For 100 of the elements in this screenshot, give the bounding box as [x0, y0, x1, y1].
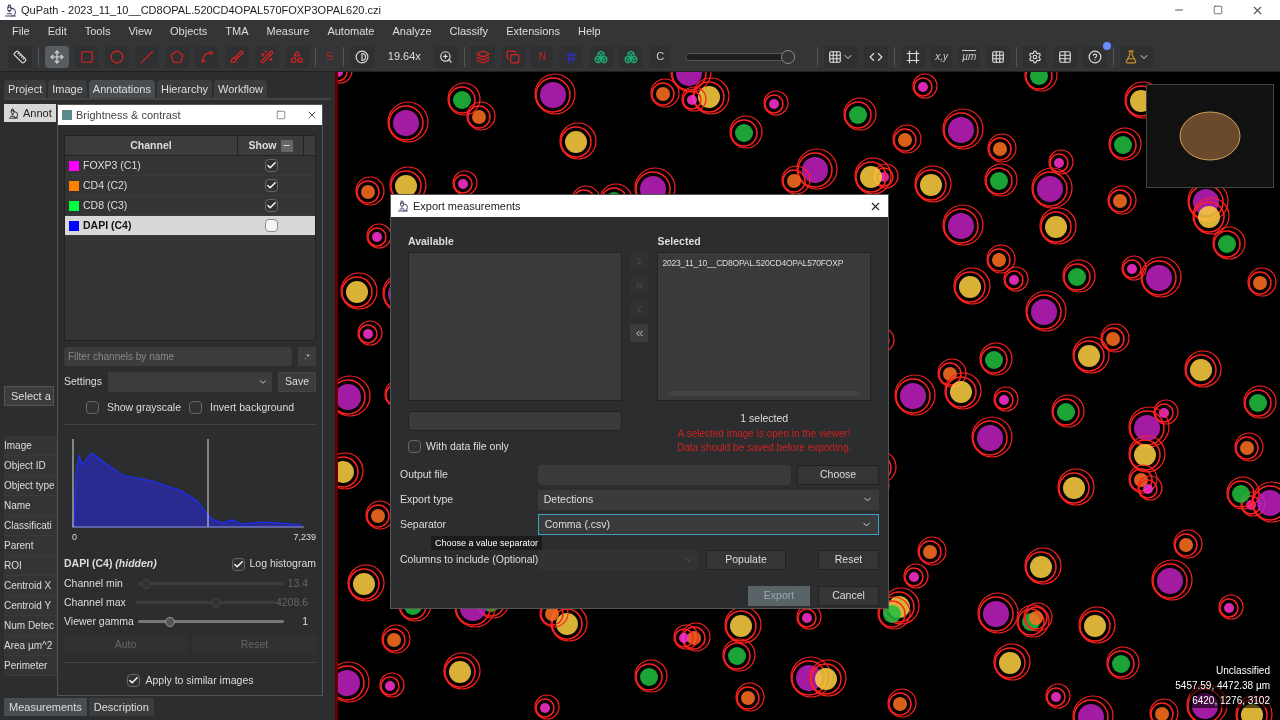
scalebar-button[interactable]: µm [958, 45, 981, 68]
slider-thumb[interactable] [165, 616, 176, 627]
pixel-classification-button[interactable]: C [649, 45, 672, 68]
menu-item[interactable]: View [120, 22, 161, 40]
panel-tab[interactable]: Measurements [4, 698, 87, 716]
show-checkbox[interactable] [264, 179, 278, 192]
show-checkbox[interactable] [264, 159, 278, 172]
script-editor-button[interactable] [864, 45, 889, 68]
polygon-tool[interactable] [165, 45, 189, 68]
points-tool[interactable] [285, 45, 309, 68]
menu-item[interactable]: Automate [319, 22, 383, 40]
populate-button[interactable]: Populate [706, 549, 786, 570]
menu-item[interactable]: Measure [258, 22, 318, 40]
detections-toggle-button[interactable] [589, 45, 614, 68]
invert-checkbox[interactable] [189, 401, 203, 415]
overview-thumbnail[interactable] [1146, 84, 1274, 188]
extensions-dropdown-button[interactable] [1120, 45, 1155, 68]
show-checkbox[interactable] [264, 199, 278, 212]
selected-list[interactable]: 2023_11_10__CD8OPAL.520CD4OPAL570FOXP [657, 252, 871, 401]
reset-button[interactable]: Reset [818, 549, 879, 570]
log-histogram-checkbox[interactable] [232, 557, 246, 571]
menu-item[interactable]: File [4, 22, 38, 40]
fill-toggle-button[interactable] [501, 45, 526, 68]
channel-row[interactable]: DAPI (C4) [65, 216, 315, 236]
flask-icon [1124, 49, 1139, 64]
grid-icon [564, 49, 579, 64]
slider-value: 1 [301, 613, 309, 629]
maximize-icon[interactable] [1213, 5, 1223, 15]
axis-label: 0 [72, 530, 77, 544]
property-name: Name [4, 499, 31, 513]
export-type-dropdown[interactable]: Detections [537, 489, 879, 510]
menu-item[interactable]: Edit [39, 22, 75, 40]
panel-tab[interactable]: Workflow [214, 80, 268, 98]
log-button[interactable] [1053, 45, 1078, 68]
menu-item[interactable]: Classify [441, 22, 497, 40]
menu-item[interactable]: TMA [217, 22, 257, 40]
slider-thumb[interactable] [781, 49, 796, 64]
select-button[interactable]: Select a [4, 386, 54, 406]
grayscale-checkbox[interactable] [85, 401, 99, 415]
wand-tool[interactable] [255, 45, 279, 68]
panel-tab[interactable]: Hierarchy [156, 80, 212, 98]
separator-dropdown[interactable]: Comma (.csv) [537, 514, 879, 536]
preferences-button[interactable] [1023, 45, 1048, 68]
show-all-toggle-icon[interactable] [280, 139, 293, 152]
panel-tab[interactable]: Description [88, 698, 154, 716]
annotations-subtab[interactable]: Annot [4, 104, 56, 122]
move-tool[interactable] [45, 45, 69, 68]
menu-item[interactable]: Analyze [384, 22, 440, 40]
filter-field[interactable]: Filter channels by name [64, 347, 292, 366]
cells-toggle-button[interactable] [619, 45, 644, 68]
selection-count: 1 selected [739, 411, 790, 426]
zoom-icon [439, 49, 454, 64]
panel-tab[interactable]: Image [48, 80, 87, 98]
list-item[interactable]: 2023_11_10__CD8OPAL.520CD4OPAL570FOXP [658, 253, 870, 270]
ruler-tool[interactable] [8, 45, 32, 68]
opacity-slider[interactable] [685, 49, 796, 64]
apply-similar-checkbox[interactable] [126, 674, 140, 688]
panel-tab[interactable]: Project [4, 80, 47, 98]
menu-item[interactable]: Objects [162, 22, 216, 40]
rectangle-tool[interactable] [75, 45, 99, 68]
menu-item[interactable]: Help [569, 22, 609, 40]
choose-button[interactable]: Choose [797, 464, 879, 485]
menu-item[interactable]: Extensions [498, 22, 568, 40]
maximize-icon[interactable] [276, 110, 286, 120]
polyline-tool[interactable] [195, 45, 219, 68]
ellipse-tool[interactable] [105, 45, 129, 68]
brush-tool[interactable] [225, 45, 249, 68]
move-all-left-button[interactable] [630, 324, 649, 342]
save-button[interactable]: Save [278, 372, 316, 392]
cursor-location-button[interactable]: x,y [931, 45, 953, 68]
menu-item[interactable]: Tools [76, 22, 119, 40]
available-filter-field[interactable] [408, 411, 622, 431]
column-header[interactable]: Channel [65, 136, 238, 155]
overview-toggle-button[interactable] [901, 45, 926, 68]
show-checkbox[interactable] [264, 219, 278, 232]
available-list[interactable] [408, 252, 622, 401]
dialog-title: Export measurements [413, 198, 521, 214]
regex-button[interactable]: .* [298, 347, 316, 366]
grid-dropdown-button[interactable] [824, 45, 859, 68]
column-header[interactable]: Show [248, 137, 277, 154]
brightness-contrast-button[interactable] [350, 45, 375, 68]
zoom-fit-button[interactable] [434, 45, 459, 68]
annotations-toggle-button[interactable] [471, 45, 496, 68]
channel-row[interactable]: CD4 (C2) [65, 176, 315, 196]
help-button[interactable] [1083, 45, 1108, 68]
close-icon[interactable] [306, 109, 318, 121]
channel-row[interactable]: FOXP3 (C1) [65, 156, 315, 176]
slider[interactable] [138, 616, 284, 627]
layers-icon [476, 49, 491, 64]
tma-toggle-button[interactable] [559, 45, 584, 68]
panel-tab[interactable]: Annotations [88, 80, 155, 98]
settings-label: Settings [64, 374, 102, 390]
cancel-button[interactable]: Cancel [818, 585, 879, 606]
grid-toggle-button[interactable] [986, 45, 1011, 68]
move-icon [50, 49, 64, 64]
channel-name: CD4 (C2) [83, 177, 128, 193]
grid-icon [828, 49, 843, 64]
caret-icon [258, 377, 269, 387]
line-tool[interactable] [135, 45, 159, 68]
data-file-checkbox[interactable] [408, 440, 421, 454]
